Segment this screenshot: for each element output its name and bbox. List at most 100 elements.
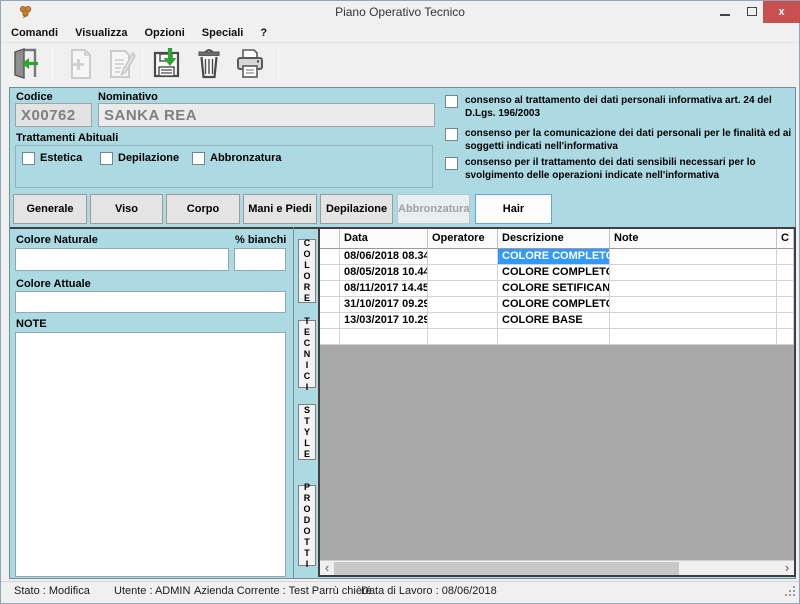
table-row[interactable]: 08/11/2017 14.45 COLORE SETIFICANTE (320, 281, 794, 297)
consent-1-checkbox[interactable] (445, 95, 458, 108)
column-header-note[interactable]: Note (610, 229, 777, 249)
table-row[interactable]: 31/10/2017 09.29 COLORE COMPLETO (320, 297, 794, 313)
scroll-right-icon[interactable]: › (780, 561, 794, 575)
cell-data[interactable]: 31/10/2017 09.29 (340, 297, 428, 313)
row-indicator-cell[interactable] (320, 329, 340, 345)
cell-note[interactable] (610, 313, 777, 329)
row-indicator-cell[interactable] (320, 313, 340, 329)
nominativo-field[interactable]: SANKA REA (98, 103, 435, 127)
consent-row-2: consenso per la comunicazione dei dati p… (445, 127, 793, 153)
cell-data[interactable]: 13/03/2017 10.29 (340, 313, 428, 329)
column-header-indicator[interactable] (320, 229, 340, 249)
horizontal-scrollbar[interactable]: ‹ › (320, 560, 794, 575)
table-row[interactable]: 08/05/2018 10.44 COLORE COMPLETO (320, 265, 794, 281)
note-textarea[interactable] (15, 332, 286, 577)
cell-c[interactable] (777, 281, 794, 297)
cell-note[interactable] (610, 281, 777, 297)
history-grid: Data Operatore Descrizione Note C 08/06/… (318, 227, 796, 577)
perc-bianchi-input[interactable] (234, 248, 286, 271)
column-header-data[interactable]: Data (340, 229, 428, 249)
row-indicator-cell[interactable] (320, 249, 340, 265)
cell-descrizione[interactable] (498, 329, 610, 345)
consent-3-checkbox[interactable] (445, 157, 458, 170)
exit-button[interactable] (6, 45, 46, 83)
cell-note[interactable] (610, 265, 777, 281)
tab-generale[interactable]: Generale (13, 194, 87, 224)
column-header-descrizione[interactable]: Descrizione (498, 229, 610, 249)
cell-descrizione-selected[interactable]: COLORE COMPLETO (498, 249, 610, 265)
cell-note[interactable] (610, 249, 777, 265)
exit-door-icon (9, 47, 43, 81)
table-row[interactable]: 13/03/2017 10.29 COLORE BASE (320, 313, 794, 329)
estetica-checkbox[interactable] (22, 152, 35, 165)
cell-c[interactable] (777, 265, 794, 281)
cell-descrizione[interactable]: COLORE COMPLETO (498, 265, 610, 281)
maximize-button[interactable] (739, 1, 765, 23)
new-record-button-disabled[interactable] (60, 45, 100, 83)
side-tab-style[interactable]: STYLE (298, 404, 316, 460)
menu-opzioni[interactable]: Opzioni (144, 27, 184, 39)
cell-c[interactable] (777, 297, 794, 313)
delete-button[interactable] (189, 45, 229, 83)
cell-operatore[interactable] (428, 281, 498, 297)
colore-naturale-input[interactable] (15, 248, 229, 271)
cell-data[interactable]: 08/05/2018 10.44 (340, 265, 428, 281)
tab-hair[interactable]: Hair (475, 194, 552, 224)
resize-grip-icon[interactable] (784, 585, 796, 597)
colore-naturale-label: Colore Naturale (16, 234, 98, 246)
side-tab-prodotti[interactable]: PRODOTTI (298, 485, 316, 566)
title-bar[interactable]: Piano Operativo Tecnico x (1, 1, 799, 24)
minimize-button[interactable] (712, 1, 739, 23)
tab-abbronzatura[interactable]: Abbronzatura (397, 194, 470, 224)
cell-operatore[interactable] (428, 265, 498, 281)
menu-speciali[interactable]: Speciali (202, 27, 244, 39)
row-indicator-cell[interactable] (320, 281, 340, 297)
print-button[interactable] (230, 45, 270, 83)
column-header-operatore[interactable]: Operatore (428, 229, 498, 249)
consent-row-1: consenso al trattamento dei dati persona… (445, 94, 793, 120)
scroll-left-icon[interactable]: ‹ (320, 561, 334, 575)
cell-operatore[interactable] (428, 249, 498, 265)
content-divider (10, 227, 320, 229)
app-window: Piano Operativo Tecnico x Comandi Visual… (0, 0, 800, 604)
table-row-empty[interactable] (320, 329, 794, 345)
menu-visualizza[interactable]: Visualizza (75, 27, 127, 39)
codice-field[interactable]: X00762 (15, 103, 92, 127)
row-indicator-cell[interactable] (320, 297, 340, 313)
cell-data[interactable] (340, 329, 428, 345)
abbronzatura-checkbox[interactable] (192, 152, 205, 165)
cell-descrizione[interactable]: COLORE BASE (498, 313, 610, 329)
tab-viso[interactable]: Viso (90, 194, 163, 224)
tab-depilazione[interactable]: Depilazione (320, 194, 393, 224)
edit-record-button-disabled[interactable] (101, 45, 141, 83)
row-indicator-cell[interactable] (320, 265, 340, 281)
scrollbar-thumb[interactable] (334, 562, 679, 575)
cell-descrizione[interactable]: COLORE SETIFICANTE (498, 281, 610, 297)
menu-comandi[interactable]: Comandi (11, 27, 58, 39)
trash-icon (192, 47, 226, 81)
cell-note[interactable] (610, 297, 777, 313)
colore-attuale-input[interactable] (15, 291, 286, 313)
consent-2-checkbox[interactable] (445, 128, 458, 141)
tab-mani-e-piedi[interactable]: Mani e Piedi (243, 194, 317, 224)
depilazione-checkbox[interactable] (100, 152, 113, 165)
side-tab-colore[interactable]: COLORE (298, 239, 316, 303)
cell-c[interactable] (777, 329, 794, 345)
cell-descrizione[interactable]: COLORE COMPLETO (498, 297, 610, 313)
cell-operatore[interactable] (428, 313, 498, 329)
close-button[interactable]: x (763, 1, 800, 23)
column-header-c[interactable]: C (777, 229, 794, 249)
cell-operatore[interactable] (428, 297, 498, 313)
tab-corpo[interactable]: Corpo (166, 194, 240, 224)
save-button[interactable] (147, 45, 187, 83)
cell-operatore[interactable] (428, 329, 498, 345)
cell-note[interactable] (610, 329, 777, 345)
vertical-divider (293, 227, 294, 578)
cell-c[interactable] (777, 313, 794, 329)
cell-c[interactable] (777, 249, 794, 265)
menu-help[interactable]: ? (260, 27, 267, 39)
table-row[interactable]: 08/06/2018 08.34 COLORE COMPLETO (320, 249, 794, 265)
cell-data[interactable]: 08/06/2018 08.34 (340, 249, 428, 265)
side-tab-tecnici[interactable]: TECNICI (298, 320, 316, 388)
cell-data[interactable]: 08/11/2017 14.45 (340, 281, 428, 297)
